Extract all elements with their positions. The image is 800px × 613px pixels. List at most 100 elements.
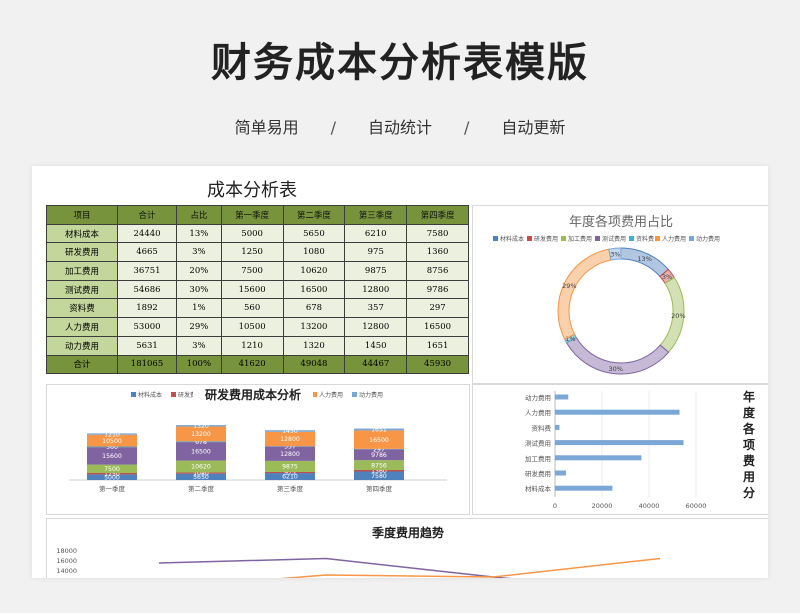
table-cell: 7500	[220, 261, 284, 281]
legend-label: 研发费用	[534, 235, 558, 243]
table-cell: 49048	[282, 354, 346, 375]
slice-label: 30%	[608, 365, 622, 373]
row-label: 资料费	[46, 298, 118, 319]
legend-swatch	[171, 392, 176, 397]
segment-label: 12800	[280, 436, 300, 443]
vertical-title-char: 费	[743, 453, 755, 468]
table-cell: 975	[344, 242, 408, 263]
column-header: 占比	[176, 205, 222, 225]
table-cell: 297	[406, 298, 469, 319]
donut-title: 年度各项费用占比	[569, 214, 673, 230]
legend-label: 人力费用	[319, 391, 343, 399]
category-label: 第二季度	[188, 484, 215, 493]
segment-label: 8756	[371, 462, 387, 469]
table-cell: 6210	[344, 223, 408, 244]
table-cell: 44467	[344, 354, 408, 375]
table-cell: 181065	[116, 354, 178, 375]
tag-auto-stats: 自动统计	[367, 118, 432, 137]
category-label: 动力费用	[525, 393, 551, 402]
horizontal-bar-chart: 动力费用人力费用资料费测试费用加工费用研发费用材料成本 0 20000 40000 60…	[525, 389, 756, 510]
table-cell: 16500	[282, 279, 346, 300]
table-row: 材料成本 24440 13% 5000 5650 6210 7580	[46, 223, 469, 244]
table-cell: 12800	[344, 317, 408, 337]
table-cell: 30%	[176, 279, 222, 300]
hbar	[555, 470, 566, 476]
x-tick: 0	[553, 502, 557, 510]
table-cell: 3%	[176, 242, 222, 263]
cost-table: 项目 合计 占比 第一季度 第二季度 第三季度 第四季度 材料成本 24440 13% 5000 5…	[46, 205, 469, 375]
category-label: 第一季度	[99, 484, 126, 493]
segment-label: 13200	[191, 431, 211, 438]
segment-label: 9875	[282, 464, 298, 471]
slice-label: 29%	[562, 282, 576, 290]
table-cell: 1450	[344, 335, 408, 356]
table-cell: 12800	[344, 279, 408, 300]
line-title: 季度费用趋势	[371, 525, 444, 540]
row-label: 合计	[46, 354, 118, 375]
table-cell: 45930	[406, 354, 469, 375]
line-chart: 季度费用趋势 18000 16000 14000	[56, 525, 661, 578]
x-tick: 20000	[592, 502, 613, 510]
table-cell: 54686	[116, 279, 178, 300]
segment-label: 1450	[282, 428, 298, 435]
table-cell: 100%	[176, 354, 222, 375]
table-row: 动力费用 5631 3% 1210 1320 1450 1651	[46, 335, 469, 356]
category-label: 加工费用	[525, 454, 551, 463]
table-cell: 560	[220, 298, 284, 319]
segment-label: 15600	[102, 453, 122, 460]
column-header: 第三季度	[344, 205, 408, 225]
table-cell: 36751	[116, 261, 178, 281]
hbar	[555, 455, 642, 461]
legend-swatch	[689, 236, 694, 241]
y-tick: 18000	[56, 547, 77, 555]
column-header: 项目	[46, 205, 118, 225]
table-cell: 13%	[176, 223, 222, 244]
legend-swatch	[352, 392, 357, 397]
segment-label: 16500	[191, 449, 211, 456]
legend-swatch	[595, 236, 600, 241]
hero-subtitle: 简单易用 / 自动统计 / 自动更新	[0, 114, 800, 138]
stacked-chart-panel: 材料成本 研发费用 人力费用 动力费用 研发费用成本分析 5000 1250 7500 1560…	[46, 384, 470, 515]
hbar	[555, 409, 680, 415]
segment-label: 1651	[371, 427, 387, 434]
donut-chart-panel: 年度各项费用占比 材料成本 研发费用 加工费用 测试费用 资料费 人力费用 动力费用 13% 3%…	[472, 205, 768, 384]
table-cell: 53000	[116, 317, 178, 337]
table-cell: 16500	[406, 317, 469, 337]
vertical-title-char: 度	[743, 405, 756, 420]
separator: /	[464, 118, 470, 137]
table-row: 研发费用 4665 3% 1250 1080 975 1360	[46, 242, 469, 263]
segment-label: 1320	[193, 423, 209, 430]
vertical-title-char: 分	[743, 485, 755, 500]
table-cell: 13200	[282, 317, 346, 337]
category-label: 材料成本	[525, 484, 552, 493]
table-row: 人力费用 53000 29% 10500 13200 12800 16500	[46, 317, 469, 337]
category-label: 第三季度	[277, 484, 304, 493]
table-cell: 1892	[116, 298, 178, 319]
legend-label: 动力费用	[696, 235, 720, 243]
row-label: 加工费用	[46, 261, 118, 281]
hbar	[555, 485, 613, 491]
table-cell: 5631	[116, 335, 178, 356]
separator: /	[330, 118, 336, 137]
legend-swatch	[655, 236, 660, 241]
hbar-chart-panel: 动力费用 人力费用 资料费 测试费用 加工费用 研发费用 材料成本 0 20000 40000 60…	[472, 384, 768, 515]
donut-slice	[557, 248, 612, 340]
legend-swatch	[527, 236, 532, 241]
sheet-title: 成本分析表	[207, 180, 297, 201]
column-header: 第二季度	[282, 205, 346, 225]
slice-label: 3%	[610, 250, 620, 258]
vertical-title-char: 年	[743, 389, 755, 404]
table-cell: 10620	[282, 261, 346, 281]
tag-auto-update: 自动更新	[501, 118, 566, 137]
legend-label: 测试费用	[602, 235, 626, 243]
segment-label: 7500	[104, 466, 120, 473]
row-label: 材料成本	[46, 223, 118, 244]
segment-label: 12800	[280, 451, 300, 458]
legend-label: 加工费用	[568, 235, 592, 243]
segment-label: 10620	[191, 464, 211, 471]
hbar	[555, 440, 684, 446]
table-cell: 1%	[176, 298, 222, 319]
table-row: 加工费用 36751 20% 7500 10620 9875 8756	[46, 261, 469, 281]
row-label: 测试费用	[46, 279, 118, 300]
row-label: 动力费用	[46, 335, 118, 356]
